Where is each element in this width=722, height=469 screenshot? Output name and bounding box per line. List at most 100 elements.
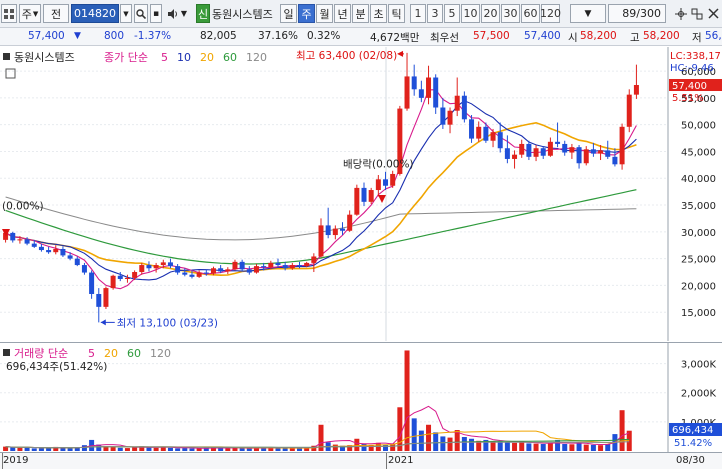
candle[interactable] [261, 266, 267, 268]
candle[interactable] [354, 187, 360, 215]
grid-menu-icon[interactable] [1, 4, 17, 23]
candle[interactable] [103, 288, 109, 307]
candle[interactable] [275, 262, 281, 266]
volume-bar[interactable] [461, 437, 467, 451]
candle[interactable] [426, 77, 432, 98]
price-chart[interactable]: 최고 63,400 (02/08) 최저 13,100 (03/23) 배당락(0.… [0, 47, 722, 341]
compare-icon[interactable] [690, 4, 704, 23]
candle[interactable] [296, 265, 302, 267]
collapse-icon[interactable] [3, 53, 10, 60]
candle[interactable] [38, 246, 44, 251]
candle[interactable] [347, 214, 353, 231]
candle[interactable] [461, 95, 467, 120]
volume-bar[interactable] [189, 448, 195, 451]
candle[interactable] [196, 272, 202, 277]
candle[interactable] [31, 243, 37, 247]
volume-bar[interactable] [411, 418, 417, 451]
candle[interactable] [53, 248, 59, 253]
volume-bar[interactable] [275, 448, 281, 451]
new-badge[interactable]: 신 [196, 4, 210, 23]
candle[interactable] [282, 265, 288, 269]
candle[interactable] [626, 94, 632, 127]
volume-bar[interactable] [569, 444, 575, 451]
volume-bar[interactable] [519, 441, 525, 451]
volume-bar[interactable] [576, 443, 582, 451]
volume-bar[interactable] [110, 446, 116, 451]
volume-chart[interactable]: 3,000K2,000K1,000K696,43451.42% 거래량 단순52… [0, 343, 722, 453]
candle[interactable] [633, 85, 639, 95]
speaker-icon[interactable] [166, 4, 180, 23]
volume-bar[interactable] [17, 447, 23, 451]
candle[interactable] [132, 272, 138, 278]
volume-bar[interactable] [555, 439, 561, 451]
volume-bar[interactable] [225, 448, 231, 451]
volume-bar[interactable] [605, 444, 611, 451]
candle[interactable] [490, 132, 496, 141]
candle[interactable] [361, 187, 367, 202]
period-tab[interactable]: 년 [334, 4, 351, 23]
candle[interactable] [74, 258, 80, 266]
volume-bar[interactable] [426, 424, 432, 451]
candle[interactable] [96, 293, 102, 307]
candle[interactable] [311, 256, 317, 263]
candle[interactable] [418, 89, 424, 98]
candle[interactable] [167, 262, 173, 267]
volume-bar[interactable] [246, 448, 252, 451]
volume-bar[interactable] [146, 447, 152, 451]
volume-bar[interactable] [404, 350, 410, 451]
candle[interactable] [110, 275, 116, 289]
search-history-icon[interactable]: ▪ [150, 4, 162, 23]
interval-button[interactable]: 120 [540, 4, 561, 23]
volume-bar[interactable] [67, 448, 73, 451]
volume-bar[interactable] [175, 448, 181, 451]
candle[interactable] [504, 148, 510, 159]
volume-bar[interactable] [182, 448, 188, 451]
volume-bar[interactable] [117, 447, 123, 451]
volume-bar[interactable] [332, 444, 338, 451]
candle[interactable] [225, 269, 231, 272]
candle[interactable] [340, 228, 346, 231]
candle[interactable] [404, 76, 410, 109]
candle[interactable] [182, 272, 188, 275]
candle[interactable] [160, 262, 166, 266]
candle[interactable] [569, 147, 575, 153]
candle[interactable] [547, 141, 553, 156]
candle[interactable] [526, 143, 532, 157]
interval-button[interactable]: 20 [481, 4, 500, 23]
volume-bar[interactable] [31, 448, 37, 451]
volume-bar[interactable] [469, 438, 475, 451]
volume-bar[interactable] [383, 444, 389, 451]
volume-bar[interactable] [282, 448, 288, 451]
volume-pane[interactable]: 3,000K2,000K1,000K696,43451.42% 거래량 단순52… [0, 342, 722, 453]
candle[interactable] [332, 228, 338, 236]
volume-bar[interactable] [490, 441, 496, 451]
candle[interactable] [218, 268, 224, 272]
candle[interactable] [210, 268, 216, 274]
candle[interactable] [175, 266, 181, 273]
volume-bar[interactable] [547, 443, 553, 451]
candle[interactable] [583, 149, 589, 164]
candle[interactable] [289, 265, 295, 269]
interval-button[interactable]: 3 [427, 4, 443, 23]
volume-bar[interactable] [124, 448, 130, 451]
candle[interactable] [268, 262, 274, 268]
volume-bar[interactable] [354, 438, 360, 451]
volume-bar[interactable] [81, 445, 87, 451]
candle[interactable] [24, 239, 30, 244]
volume-bar[interactable] [512, 442, 518, 451]
candle[interactable] [433, 77, 439, 108]
candle[interactable] [612, 156, 618, 165]
candle[interactable] [447, 110, 453, 125]
search-icon[interactable] [134, 4, 148, 23]
code-dropdown-icon[interactable]: ▼ [120, 4, 132, 23]
volume-bar[interactable] [497, 441, 503, 451]
volume-bar[interactable] [619, 410, 625, 451]
candle[interactable] [60, 248, 66, 256]
candle[interactable] [598, 150, 604, 154]
volume-bar[interactable] [447, 437, 453, 451]
volume-bar[interactable] [218, 448, 224, 451]
candle[interactable] [590, 149, 596, 154]
interval-button[interactable]: 30 [501, 4, 520, 23]
candle[interactable] [454, 95, 460, 111]
candle[interactable] [476, 126, 482, 139]
